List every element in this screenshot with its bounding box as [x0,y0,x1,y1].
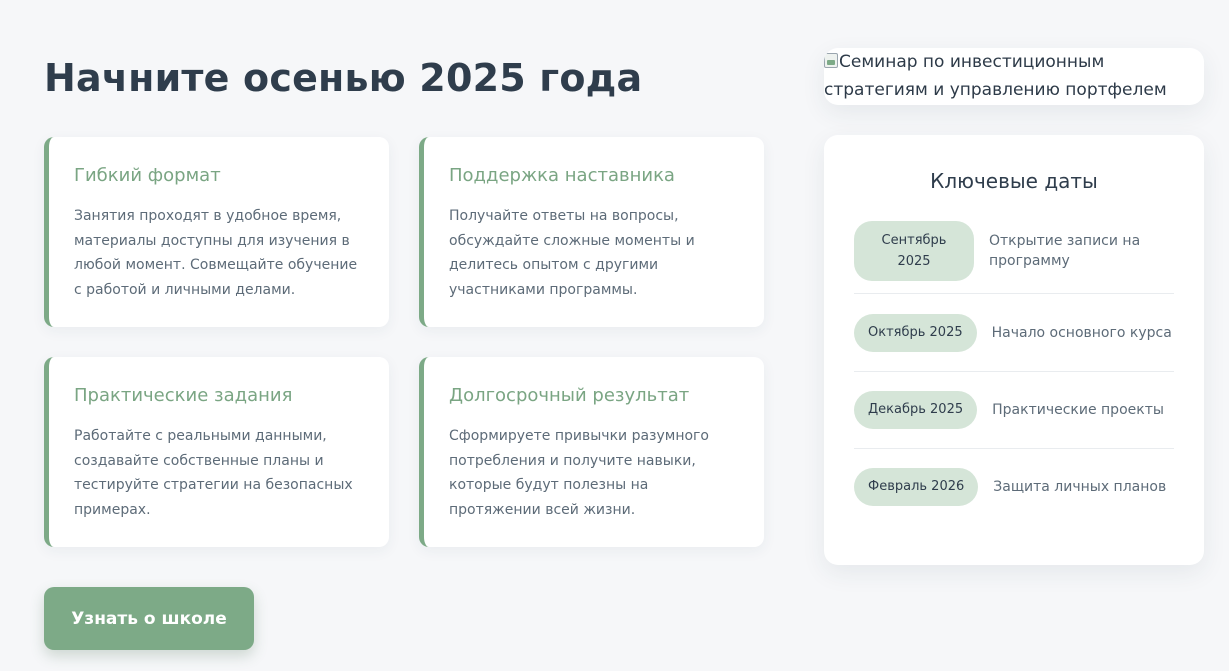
page-title: Начните осенью 2025 года [44,56,643,100]
key-date-row: Декабрь 2025 Практические проекты [854,372,1174,449]
date-description: Начало основного курса [991,324,1172,341]
feature-card-text: Сформируете привычки разумного потреблен… [449,428,709,518]
broken-image-icon [824,53,838,68]
feature-card-title: Практические задания [74,385,293,406]
feature-card-long-term-result: Долгосрочный результат Сформируете привы… [419,357,764,547]
feature-card-title: Поддержка наставника [449,165,675,186]
feature-card-title: Долгосрочный результат [449,385,690,406]
key-date-row: Сентябрь 2025 Открытие записи на програм… [854,221,1174,294]
date-description: Открытие записи на программу [989,233,1141,269]
date-badge: Сентябрь 2025 [854,221,974,281]
feature-card-text: Работайте с реальными данными, создавайт… [74,428,353,518]
feature-card-title: Гибкий формат [74,165,221,186]
date-badge: Декабрь 2025 [854,391,978,429]
feature-card-text: Получайте ответы на вопросы, обсуждайте … [449,208,695,298]
feature-card-mentor-support: Поддержка наставника Получайте ответы на… [419,137,764,327]
seminar-image-alt-text: Семинар по инвестиционным стратегиям и у… [824,52,1167,100]
date-description: Защита личных планов [993,479,1167,495]
feature-card-practical-tasks: Практические задания Работайте с реальны… [44,357,389,547]
feature-card-text: Занятия проходят в удобное время, матери… [74,208,358,298]
date-badge: Октябрь 2025 [854,313,977,352]
learn-about-school-button[interactable]: Узнать о школе [44,587,254,650]
date-badge: Февраль 2026 [854,468,979,506]
seminar-image: Семинар по инвестиционным стратегиям и у… [824,48,1204,105]
key-dates-title: Ключевые даты [930,169,1098,193]
feature-card-flexible-format: Гибкий формат Занятия проходят в удобное… [44,137,389,327]
date-description: Практические проекты [992,402,1164,418]
key-date-row: Февраль 2026 Защита личных планов [854,449,1174,541]
key-date-row: Октябрь 2025 Начало основного курса [854,294,1174,372]
key-dates-panel: Ключевые даты Сентябрь 2025 Открытие зап… [824,135,1204,565]
